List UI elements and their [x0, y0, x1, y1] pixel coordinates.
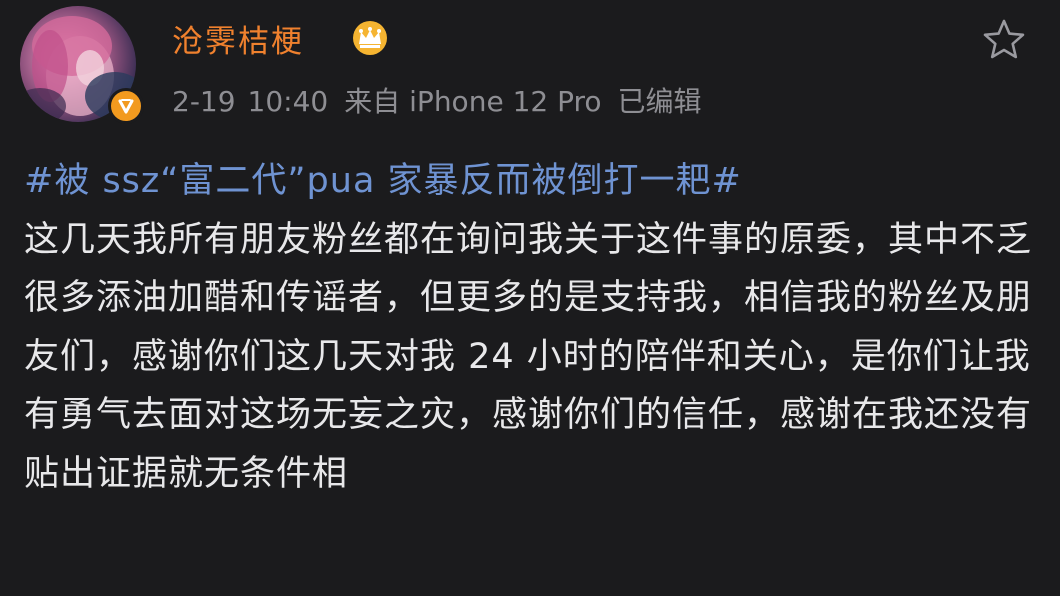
post-body: #被 ssz“富二代”pua 家暴反而被倒打一耙# 这几天我所有朋友粉丝都在询问…	[24, 152, 1034, 503]
edited-label[interactable]: 已编辑	[618, 85, 702, 118]
post-date: 2-19	[172, 85, 236, 118]
star-icon[interactable]	[980, 16, 1028, 64]
post-source[interactable]: 来自 iPhone 12 Pro	[344, 85, 601, 118]
post-meta: 2-19 10:40 来自 iPhone 12 Pro 已编辑	[172, 80, 702, 120]
weibo-post: 沧霁桔梗 2-19 10:40 来自 iPhone 12 Pro 已编辑 #被 ssz…	[0, 0, 1060, 596]
post-text: 这几天我所有朋友粉丝都在询问我关于这件事的原委，其中不乏很多添油加醋和传谣者，但…	[24, 219, 1033, 494]
post-time: 10:40	[247, 85, 329, 118]
avatar-container[interactable]	[20, 6, 144, 124]
author-name[interactable]: 沧霁桔梗	[172, 16, 304, 61]
hashtag-link[interactable]: #被 ssz“富二代”pua 家暴反而被倒打一耙#	[24, 161, 742, 201]
crown-icon[interactable]	[350, 18, 390, 58]
verified-icon	[108, 88, 144, 124]
